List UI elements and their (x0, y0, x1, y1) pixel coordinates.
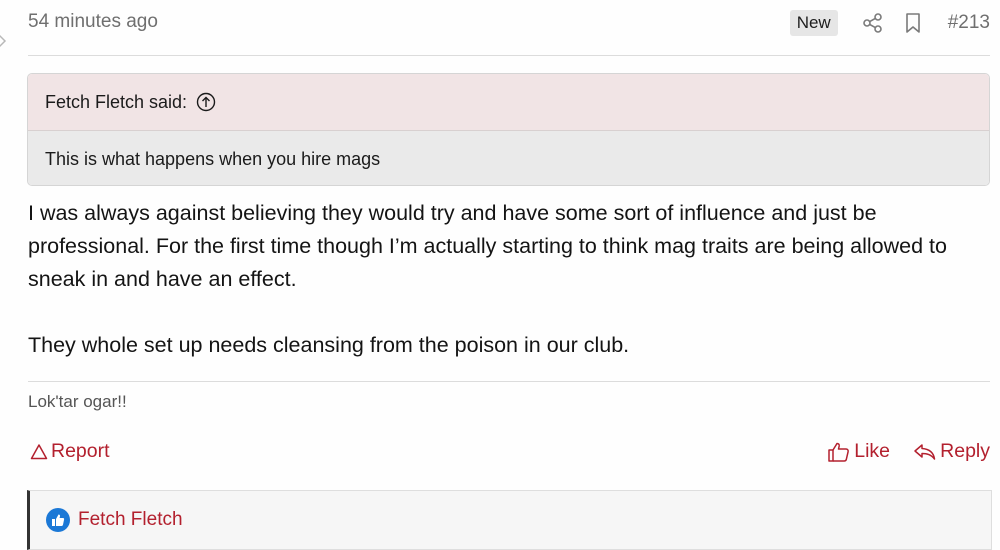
post-body: I was always against believing they woul… (28, 197, 988, 362)
chevron-right-icon (0, 34, 7, 48)
reply-button[interactable]: Reply (913, 440, 990, 463)
reply-label: Reply (940, 440, 990, 462)
reply-icon (914, 443, 936, 460)
post-header-tools: New #213 (789, 8, 990, 38)
signature: Lok'tar ogar!! (28, 392, 127, 411)
signature-divider (28, 381, 990, 382)
quote-header: Fetch Fletch said: (28, 74, 989, 131)
bookmark-icon[interactable] (904, 12, 922, 34)
report-label: Report (51, 440, 110, 462)
share-icon[interactable] (862, 12, 884, 34)
post-timestamp[interactable]: 54 minutes ago (28, 11, 158, 33)
arrow-up-circle-icon[interactable] (196, 92, 216, 112)
reaction-row: Fetch Fletch (46, 508, 183, 532)
post-paragraph: I was always against believing they woul… (28, 201, 947, 291)
new-badge: New (789, 10, 838, 36)
reactions-bar: Fetch Fletch (27, 490, 992, 550)
thumbs-up-icon (828, 442, 850, 462)
post-number-link[interactable]: #213 (948, 12, 990, 34)
header-divider (28, 55, 990, 56)
quote-block: Fetch Fletch said: This is what happens … (27, 73, 990, 186)
report-button[interactable]: Report (30, 440, 110, 463)
like-reaction-icon (46, 508, 70, 532)
like-button[interactable]: Like (827, 440, 890, 463)
quote-text: This is what happens when you hire mags (28, 131, 989, 185)
like-label: Like (854, 440, 890, 462)
post-actions: Report Like Reply (28, 440, 990, 466)
reaction-user-link[interactable]: Fetch Fletch (78, 509, 183, 531)
post-paragraph: They whole set up needs cleansing from t… (28, 333, 630, 357)
warning-icon (30, 443, 48, 459)
quote-author[interactable]: Fetch Fletch said: (45, 92, 187, 113)
